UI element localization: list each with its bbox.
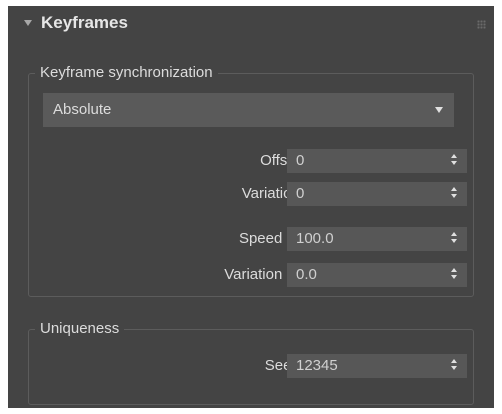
keyframes-rollout: Keyframes Keyframe synchronization Absol… bbox=[8, 6, 494, 408]
rollout-header[interactable]: Keyframes bbox=[8, 6, 494, 42]
drag-grip-icon[interactable] bbox=[477, 20, 486, 29]
spin-down-icon[interactable] bbox=[451, 194, 457, 198]
seed-spinner[interactable]: 12345 bbox=[287, 354, 467, 378]
uniqueness-group: Uniqueness Seed: 12345 bbox=[28, 319, 475, 405]
variation-value: 0 bbox=[296, 185, 305, 202]
seed-row: Seed: 12345 bbox=[29, 354, 475, 378]
spinner-arrows-icon[interactable] bbox=[451, 359, 459, 373]
spin-down-icon[interactable] bbox=[451, 239, 457, 243]
seed-value: 12345 bbox=[296, 357, 338, 374]
spin-down-icon[interactable] bbox=[451, 366, 457, 370]
speed-row: Speed %: 100.0 bbox=[29, 227, 475, 251]
variation-percent-row: Variation %: 0.0 bbox=[29, 263, 475, 287]
spin-up-icon[interactable] bbox=[451, 232, 457, 236]
keyframe-sync-legend: Keyframe synchronization bbox=[35, 63, 218, 83]
spinner-arrows-icon[interactable] bbox=[451, 268, 459, 282]
spinner-arrows-icon[interactable] bbox=[451, 154, 459, 168]
variation-percent-spinner[interactable]: 0.0 bbox=[287, 263, 467, 287]
sync-mode-dropdown[interactable]: Absolute bbox=[43, 93, 454, 127]
spin-down-icon[interactable] bbox=[451, 275, 457, 279]
spin-down-icon[interactable] bbox=[451, 161, 457, 165]
speed-spinner[interactable]: 100.0 bbox=[287, 227, 467, 251]
spin-up-icon[interactable] bbox=[451, 187, 457, 191]
collapse-triangle-icon[interactable] bbox=[24, 20, 32, 26]
spinner-arrows-icon[interactable] bbox=[451, 187, 459, 201]
uniqueness-legend: Uniqueness bbox=[35, 319, 125, 339]
variation-row: Variation: 0 bbox=[29, 182, 475, 206]
spin-up-icon[interactable] bbox=[451, 359, 457, 363]
spin-up-icon[interactable] bbox=[451, 154, 457, 158]
variation-spinner[interactable]: 0 bbox=[287, 182, 467, 206]
sync-mode-value: Absolute bbox=[53, 101, 112, 118]
speed-value: 100.0 bbox=[296, 230, 334, 247]
keyframe-sync-group: Keyframe synchronization Absolute Offset… bbox=[28, 63, 475, 297]
spin-up-icon[interactable] bbox=[451, 268, 457, 272]
variation-percent-value: 0.0 bbox=[296, 266, 317, 283]
chevron-down-icon bbox=[435, 107, 443, 113]
offset-row: Offset: 0 bbox=[29, 149, 475, 173]
offset-spinner[interactable]: 0 bbox=[287, 149, 467, 173]
spinner-arrows-icon[interactable] bbox=[451, 232, 459, 246]
offset-value: 0 bbox=[296, 152, 305, 169]
rollout-title: Keyframes bbox=[41, 13, 128, 32]
